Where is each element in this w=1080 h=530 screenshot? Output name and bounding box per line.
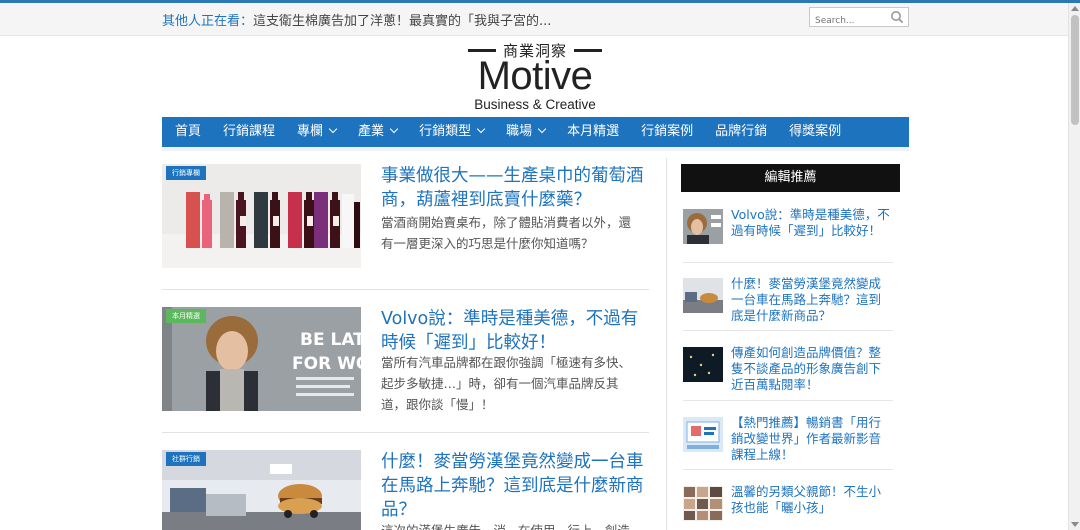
nav-item-industry[interactable]: 產業 [347, 117, 408, 147]
nav-item-home[interactable]: 首頁 [162, 117, 212, 147]
sidebar-item-title[interactable]: 傳產如何創造品牌價值？整隻不談產品的形象廣告創下近百萬點閱率！ [731, 345, 891, 393]
column-divider [666, 158, 667, 530]
nav-label: 職場 [506, 124, 533, 139]
nav-item-brand-marketing[interactable]: 品牌行銷 [704, 117, 778, 147]
sidebar-thumbnail[interactable] [683, 347, 723, 382]
chevron-down-icon [476, 124, 486, 134]
nav-item-monthly-picks[interactable]: 本月精選 [556, 117, 630, 147]
sidebar-item-title[interactable]: 什麼！麥當勞漢堡竟然變成一台車在馬路上奔馳？這到底是什麼新商品？ [731, 276, 891, 324]
volvo-thumb-image [683, 209, 723, 244]
nav-label: 行銷類型 [419, 124, 472, 139]
chevron-down-icon [537, 124, 547, 134]
chevron-down-icon [389, 124, 399, 134]
article-title[interactable]: 什麼！麥當勞漢堡竟然變成一台車在馬路上奔馳？這到底是什麼新商品？ [381, 450, 649, 522]
article-divider [162, 432, 649, 433]
scroll-up-arrow-icon[interactable] [1071, 6, 1079, 11]
search-icon[interactable] [890, 10, 904, 24]
article-title[interactable]: 事業做很大——生產桌巾的葡萄酒商，葫蘆裡到底賣什麼藥？ [381, 164, 649, 212]
nav-label: 專欄 [297, 124, 324, 139]
category-tag[interactable]: 本月精選 [166, 309, 206, 323]
image-headline-line1: BE LATE [300, 330, 361, 350]
article-title[interactable]: Volvo說：準時是種美德，不過有時候「遲到」比較好！ [381, 307, 649, 355]
article-thumbnail[interactable]: 行銷專欄 [162, 164, 361, 268]
sidebar-thumbnail[interactable] [683, 417, 723, 452]
course-thumb-image [683, 417, 723, 452]
scroll-thumb[interactable] [1071, 15, 1079, 125]
article-excerpt: 當所有汽車品牌都在跟你強調「極速有多快、起步多敏捷…」時，卻有一個汽車品牌反其道… [381, 355, 632, 412]
burger-thumb-image [683, 278, 723, 313]
nav-item-marketing-types[interactable]: 行銷類型 [408, 117, 495, 147]
nav-label: 產業 [358, 124, 385, 139]
ticker-text[interactable]: 這支衛生棉廣告加了洋蔥！最真實的「我與子宮的... [253, 14, 551, 29]
nav-underline [162, 147, 909, 151]
sidebar-thumbnail[interactable] [683, 209, 723, 244]
nav-item-award-cases[interactable]: 得獎案例 [778, 117, 852, 147]
nav-label: 首頁 [175, 124, 202, 139]
article-card: BE LATE FOR WOR 本月精選 Volvo說：準時是種美德，不過有時候… [162, 307, 649, 417]
sidebar-divider [683, 400, 893, 401]
ticker-lead: 其他人正在看： [162, 14, 254, 29]
logo-wordmark: Motive [477, 54, 593, 98]
nav-item-columns[interactable]: 專欄 [286, 117, 347, 147]
article-excerpt: 這次的漢堡生廣告，消...在使用...行上，創造... [381, 520, 643, 530]
article-thumbnail[interactable]: 社群行銷 [162, 450, 361, 530]
article-card: 社群行銷 什麼！麥當勞漢堡竟然變成一台車在馬路上奔馳？這到底是什麼新商品？ 這次… [162, 450, 649, 530]
sidebar-item-title[interactable]: 【熱門推薦】暢銷書「用行銷改變世界」作者最新影音課程上線！ [731, 415, 891, 463]
site-logo[interactable]: 商業洞察 Motive Business & Creative [465, 40, 605, 114]
search-input[interactable] [810, 12, 886, 30]
nav-label: 行銷課程 [223, 124, 276, 139]
sidebar-divider [683, 469, 893, 470]
sidebar-item-title[interactable]: 溫馨的另類父親節！不生小孩也能「曬小孩」 [731, 484, 891, 516]
logo-rule-right [574, 49, 602, 52]
article-divider [162, 289, 649, 290]
category-tag[interactable]: 行銷專欄 [166, 166, 206, 180]
sidebar-heading: 編輯推薦 [681, 164, 900, 192]
night-thumb-image [683, 347, 723, 382]
sidebar-thumbnail[interactable] [683, 486, 723, 521]
article-thumbnail[interactable]: BE LATE FOR WOR 本月精選 [162, 307, 361, 411]
sidebar-divider [683, 262, 893, 263]
sidebar-item-title[interactable]: Volvo說：準時是種美德，不過有時候「遲到」比較好！ [731, 207, 891, 239]
sidebar-divider [683, 330, 893, 331]
page-scrollbar[interactable] [1068, 3, 1080, 530]
now-reading-ticker[interactable]: 其他人正在看：這支衛生棉廣告加了洋蔥！最真實的「我與子宮的... [162, 10, 551, 29]
nav-label: 本月精選 [567, 124, 620, 139]
nav-item-case-studies[interactable]: 行銷案例 [630, 117, 704, 147]
collage-thumb-image [683, 486, 723, 521]
scroll-down-arrow-icon[interactable] [1071, 522, 1079, 527]
search-box[interactable] [809, 7, 909, 30]
nav-label: 行銷案例 [641, 124, 694, 139]
image-headline-line2: FOR WOR [292, 354, 361, 374]
article-excerpt: 當酒商開始賣桌布，除了體貼消費者以外，還有一層更深入的巧思是什麼你知道嗎？ [381, 215, 632, 251]
article-card: 行銷專欄 事業做很大——生產桌巾的葡萄酒商，葫蘆裡到底賣什麼藥？ 當酒商開始賣桌… [162, 164, 649, 274]
ticker-bar: 其他人正在看：這支衛生棉廣告加了洋蔥！最真實的「我與子宮的... [0, 3, 1068, 36]
nav-item-courses[interactable]: 行銷課程 [212, 117, 286, 147]
nav-label: 品牌行銷 [715, 124, 768, 139]
chevron-down-icon [328, 124, 338, 134]
logo-tagline: Business & Creative [474, 97, 596, 112]
nav-item-career[interactable]: 職場 [495, 117, 556, 147]
sidebar-thumbnail[interactable] [683, 278, 723, 313]
category-tag[interactable]: 社群行銷 [166, 452, 206, 466]
nav-label: 得獎案例 [789, 124, 842, 139]
main-nav: 首頁 行銷課程 專欄 產業 行銷類型 職場 本月精選 行銷案例 品牌行銷 得獎案… [162, 117, 909, 147]
